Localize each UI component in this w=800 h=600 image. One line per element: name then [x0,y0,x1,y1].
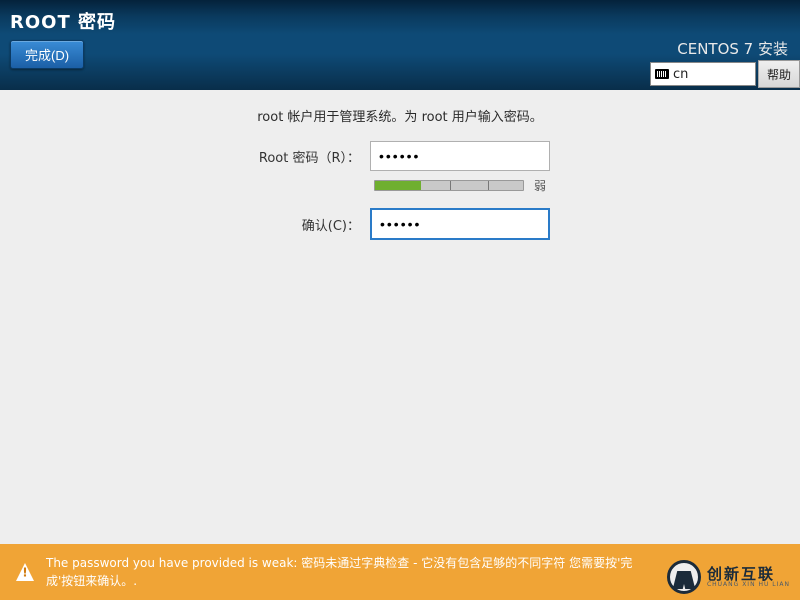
password-row: Root 密码（R）： [0,141,800,171]
description-text: root 帐户用于管理系统。为 root 用户输入密码。 [0,106,800,125]
confirm-row: 确认(C)： [0,208,800,240]
warning-icon [16,563,34,581]
strength-meter [374,180,524,191]
password-label: Root 密码（R）： [250,147,360,166]
watermark-text: 创新互联 CHUANG XIN HU LIAN [707,567,790,588]
keyboard-indicator[interactable]: cn [650,62,756,86]
keyboard-layout-label: cn [673,67,688,82]
strength-label: 弱 [534,177,546,194]
main-content: root 帐户用于管理系统。为 root 用户输入密码。 Root 密码（R）：… [0,90,800,240]
keyboard-icon [655,69,669,79]
watermark-logo: 创新互联 CHUANG XIN HU LIAN [667,560,790,594]
installer-name: CENTOS 7 安装 [677,38,788,59]
watermark-icon [667,560,701,594]
confirm-password-input[interactable] [370,208,550,240]
header-bar: ROOT 密码 完成(D) CENTOS 7 安装 cn 帮助 [0,0,800,90]
strength-row: 弱 [0,177,800,194]
watermark-pinyin: CHUANG XIN HU LIAN [707,582,790,588]
help-button[interactable]: 帮助 [758,60,800,88]
watermark-cn: 创新互联 [707,567,790,582]
confirm-label: 确认(C)： [250,215,360,234]
done-button[interactable]: 完成(D) [10,40,84,69]
root-password-input[interactable] [370,141,550,171]
warning-text: The password you have provided is weak: … [46,554,646,590]
page-title: ROOT 密码 [10,8,790,34]
